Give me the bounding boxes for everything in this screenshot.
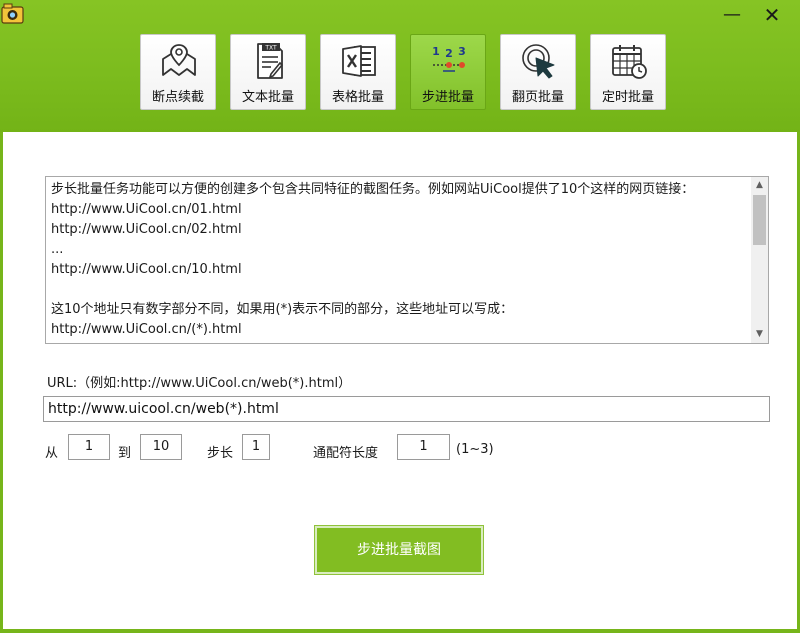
scroll-thumb[interactable] <box>753 195 766 245</box>
tab-page-batch[interactable]: 翻页批量 <box>500 34 576 110</box>
url-hint-label: URL:（例如:http://www.UiCool.cn/web(*).html… <box>47 376 352 391</box>
scroll-up-icon[interactable]: ▲ <box>751 177 768 194</box>
wildcard-range-hint: (1~3) <box>456 442 494 457</box>
scroll-down-icon[interactable]: ▼ <box>751 326 768 343</box>
title-bar: — ✕ 断点续截 TXT 文本批量 表格批量 1 2 3 步进批量 翻页批量 定… <box>0 0 800 132</box>
svg-text:1: 1 <box>432 45 440 58</box>
step-batch-panel: 步长批量任务功能可以方便的创建多个包含共同特征的截图任务。例如网站UiCool提… <box>3 132 797 629</box>
description-textarea[interactable]: 步长批量任务功能可以方便的创建多个包含共同特征的截图任务。例如网站UiCool提… <box>45 176 769 344</box>
tab-scheduled-batch[interactable]: 定时批量 <box>590 34 666 110</box>
calendar-clock-icon <box>612 45 647 79</box>
step-batch-capture-button[interactable]: 步进批量截图 <box>314 525 484 575</box>
svg-text:3: 3 <box>458 45 466 58</box>
tab-label: 翻页批量 <box>511 90 564 105</box>
description-text: 步长批量任务功能可以方便的创建多个包含共同特征的截图任务。例如网站UiCool提… <box>51 182 695 337</box>
txt-file-icon: TXT <box>257 43 284 79</box>
tab-label: 文本批量 <box>241 90 294 105</box>
step-input[interactable]: 1 <box>242 434 270 460</box>
from-label: 从 <box>45 446 59 461</box>
from-input[interactable]: 1 <box>68 434 110 460</box>
to-label: 到 <box>118 446 132 461</box>
tab-label: 步进批量 <box>421 90 474 105</box>
step-numbers-icon: 1 2 3 <box>432 45 466 72</box>
minimize-button[interactable]: — <box>719 4 745 26</box>
wildcard-length-label: 通配符长度 <box>313 446 379 461</box>
tab-step-batch[interactable]: 1 2 3 步进批量 <box>410 34 486 110</box>
close-button[interactable]: ✕ <box>759 4 785 26</box>
tab-label: 表格批量 <box>331 90 384 105</box>
map-pin-icon <box>162 44 196 76</box>
url-input[interactable]: http://www.uicool.cn/web(*).html <box>43 396 770 422</box>
tab-label: 断点续截 <box>151 90 204 105</box>
tab-resume-capture[interactable]: 断点续截 <box>140 34 216 110</box>
step-label: 步长 <box>207 446 234 461</box>
app-window: — ✕ 断点续截 TXT 文本批量 表格批量 1 2 3 步进批量 翻页批量 定… <box>0 0 800 633</box>
tab-label: 定时批量 <box>601 90 654 105</box>
svg-text:2: 2 <box>445 47 453 60</box>
to-input[interactable]: 10 <box>140 434 182 460</box>
tab-text-batch[interactable]: TXT 文本批量 <box>230 34 306 110</box>
svg-text:TXT: TXT <box>264 45 277 52</box>
description-scrollbar[interactable]: ▲ ▼ <box>751 177 768 343</box>
tab-table-batch[interactable]: 表格批量 <box>320 34 396 110</box>
cursor-click-icon <box>522 44 555 79</box>
camera-icon <box>0 2 26 26</box>
wildcard-length-input[interactable]: 1 <box>397 434 450 460</box>
excel-icon <box>342 45 376 77</box>
